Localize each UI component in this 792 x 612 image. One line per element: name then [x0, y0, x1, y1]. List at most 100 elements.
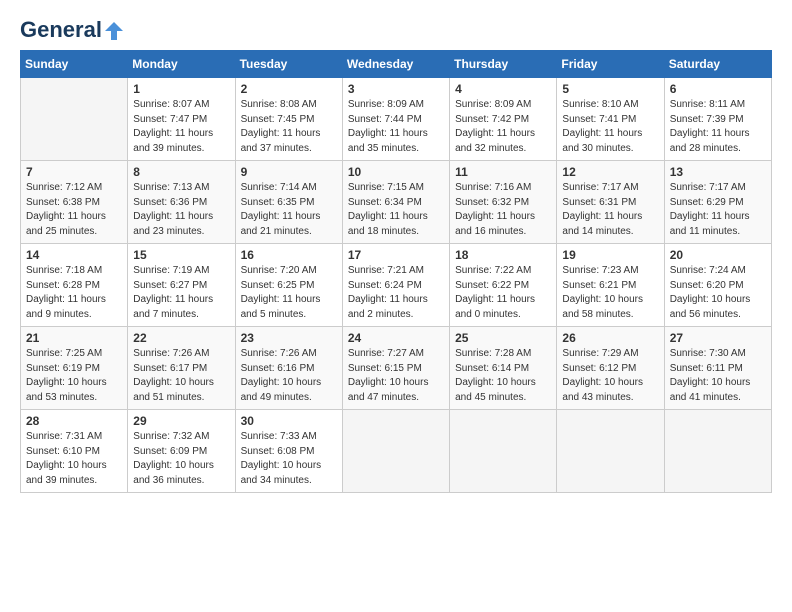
day-info: Sunrise: 7:33 AMSunset: 6:08 PMDaylight:…: [241, 430, 337, 488]
day-cell: 25 Sunrise: 7:28 AMSunset: 6:14 PMDayligh…: [450, 327, 557, 410]
day-info: Sunrise: 7:26 AMSunset: 6:17 PMDaylight:…: [133, 347, 229, 405]
day-cell: 14Sunrise: 7:18 AMSunset: 6:28 PMDayligh…: [21, 244, 128, 327]
day-number: 12: [562, 165, 658, 179]
day-info: Sunrise: 7:28 AMSunset: 6:14 PMDaylight:…: [455, 347, 551, 405]
day-number: 6: [670, 82, 766, 96]
day-cell: 11 Sunrise: 7:16 AMSunset: 6:32 PMDayligh…: [450, 161, 557, 244]
day-cell: 7 Sunrise: 7:12 AMSunset: 6:38 PMDaylight…: [21, 161, 128, 244]
day-cell: 8 Sunrise: 7:13 AMSunset: 6:36 PMDaylight…: [128, 161, 235, 244]
day-cell: 10Sunrise: 7:15 AMSunset: 6:34 PMDayligh…: [342, 161, 449, 244]
day-info: Sunrise: 7:20 AMSunset: 6:25 PMDaylight:…: [241, 264, 337, 322]
day-info: Sunrise: 7:26 AMSunset: 6:16 PMDaylight:…: [241, 347, 337, 405]
day-cell: 4Sunrise: 8:09 AMSunset: 7:42 PMDaylight…: [450, 78, 557, 161]
day-info: Sunrise: 7:22 AMSunset: 6:22 PMDaylight:…: [455, 264, 551, 322]
day-info: Sunrise: 7:24 AMSunset: 6:20 PMDaylight:…: [670, 264, 766, 322]
day-info: Sunrise: 8:10 AMSunset: 7:41 PMDaylight:…: [562, 98, 658, 156]
day-info: Sunrise: 7:15 AMSunset: 6:34 PMDaylight:…: [348, 181, 444, 239]
day-info: Sunrise: 7:23 AMSunset: 6:21 PMDaylight:…: [562, 264, 658, 322]
day-cell: 19Sunrise: 7:23 AMSunset: 6:21 PMDayligh…: [557, 244, 664, 327]
day-cell: 17 Sunrise: 7:21 AMSunset: 6:24 PMDayligh…: [342, 244, 449, 327]
header-cell-thursday: Thursday: [450, 51, 557, 78]
day-number: 7: [26, 165, 122, 179]
day-number: 30: [241, 414, 337, 428]
logo: General: [20, 18, 125, 42]
day-info: Sunrise: 7:16 AMSunset: 6:32 PMDaylight:…: [455, 181, 551, 239]
day-cell: 23 Sunrise: 7:26 AMSunset: 6:16 PMDayligh…: [235, 327, 342, 410]
day-info: Sunrise: 8:09 AMSunset: 7:44 PMDaylight:…: [348, 98, 444, 156]
day-cell: [557, 410, 664, 493]
day-number: 20: [670, 248, 766, 262]
header-cell-tuesday: Tuesday: [235, 51, 342, 78]
day-cell: 30 Sunrise: 7:33 AMSunset: 6:08 PMDayligh…: [235, 410, 342, 493]
day-number: 25: [455, 331, 551, 345]
day-cell: 16 Sunrise: 7:20 AMSunset: 6:25 PMDayligh…: [235, 244, 342, 327]
day-cell: [450, 410, 557, 493]
day-cell: [664, 410, 771, 493]
day-cell: 18 Sunrise: 7:22 AMSunset: 6:22 PMDayligh…: [450, 244, 557, 327]
header-cell-sunday: Sunday: [21, 51, 128, 78]
day-number: 5: [562, 82, 658, 96]
day-info: Sunrise: 8:11 AMSunset: 7:39 PMDaylight:…: [670, 98, 766, 156]
week-row-4: 21 Sunrise: 7:25 AMSunset: 6:19 PMDayligh…: [21, 327, 772, 410]
day-info: Sunrise: 7:32 AMSunset: 6:09 PMDaylight:…: [133, 430, 229, 488]
day-number: 24: [348, 331, 444, 345]
day-number: 29: [133, 414, 229, 428]
day-number: 26: [562, 331, 658, 345]
day-cell: 28 Sunrise: 7:31 AMSunset: 6:10 PMDayligh…: [21, 410, 128, 493]
day-info: Sunrise: 7:14 AMSunset: 6:35 PMDaylight:…: [241, 181, 337, 239]
day-cell: 13Sunrise: 7:17 AMSunset: 6:29 PMDayligh…: [664, 161, 771, 244]
day-cell: 12 Sunrise: 7:17 AMSunset: 6:31 PMDayligh…: [557, 161, 664, 244]
calendar-body: 1 Sunrise: 8:07 AMSunset: 7:47 PMDaylight…: [21, 78, 772, 493]
day-cell: [342, 410, 449, 493]
day-info: Sunrise: 8:09 AMSunset: 7:42 PMDaylight:…: [455, 98, 551, 156]
day-number: 22: [133, 331, 229, 345]
day-number: 15: [133, 248, 229, 262]
day-number: 2: [241, 82, 337, 96]
day-cell: 5 Sunrise: 8:10 AMSunset: 7:41 PMDaylight…: [557, 78, 664, 161]
calendar-table: SundayMondayTuesdayWednesdayThursdayFrid…: [20, 50, 772, 493]
day-cell: 6 Sunrise: 8:11 AMSunset: 7:39 PMDaylight…: [664, 78, 771, 161]
header-cell-saturday: Saturday: [664, 51, 771, 78]
day-cell: 29 Sunrise: 7:32 AMSunset: 6:09 PMDayligh…: [128, 410, 235, 493]
day-info: Sunrise: 7:17 AMSunset: 6:31 PMDaylight:…: [562, 181, 658, 239]
day-info: Sunrise: 7:21 AMSunset: 6:24 PMDaylight:…: [348, 264, 444, 322]
day-cell: 3 Sunrise: 8:09 AMSunset: 7:44 PMDaylight…: [342, 78, 449, 161]
day-cell: 27 Sunrise: 7:30 AMSunset: 6:11 PMDayligh…: [664, 327, 771, 410]
calendar-header-row: SundayMondayTuesdayWednesdayThursdayFrid…: [21, 51, 772, 78]
day-info: Sunrise: 7:30 AMSunset: 6:11 PMDaylight:…: [670, 347, 766, 405]
header-cell-friday: Friday: [557, 51, 664, 78]
day-cell: 22 Sunrise: 7:26 AMSunset: 6:17 PMDayligh…: [128, 327, 235, 410]
week-row-3: 14Sunrise: 7:18 AMSunset: 6:28 PMDayligh…: [21, 244, 772, 327]
header: General: [20, 18, 772, 42]
day-number: 11: [455, 165, 551, 179]
week-row-1: 1 Sunrise: 8:07 AMSunset: 7:47 PMDaylight…: [21, 78, 772, 161]
day-number: 23: [241, 331, 337, 345]
day-info: Sunrise: 7:13 AMSunset: 6:36 PMDaylight:…: [133, 181, 229, 239]
day-info: Sunrise: 7:25 AMSunset: 6:19 PMDaylight:…: [26, 347, 122, 405]
day-number: 9: [241, 165, 337, 179]
day-number: 27: [670, 331, 766, 345]
day-info: Sunrise: 8:07 AMSunset: 7:47 PMDaylight:…: [133, 98, 229, 156]
day-number: 28: [26, 414, 122, 428]
day-number: 16: [241, 248, 337, 262]
logo-icon: [103, 20, 125, 42]
day-info: Sunrise: 8:08 AMSunset: 7:45 PMDaylight:…: [241, 98, 337, 156]
logo-text: General: [20, 18, 125, 42]
week-row-5: 28 Sunrise: 7:31 AMSunset: 6:10 PMDayligh…: [21, 410, 772, 493]
day-number: 14: [26, 248, 122, 262]
day-number: 3: [348, 82, 444, 96]
day-number: 1: [133, 82, 229, 96]
day-number: 8: [133, 165, 229, 179]
day-number: 18: [455, 248, 551, 262]
day-info: Sunrise: 7:12 AMSunset: 6:38 PMDaylight:…: [26, 181, 122, 239]
day-info: Sunrise: 7:31 AMSunset: 6:10 PMDaylight:…: [26, 430, 122, 488]
day-number: 17: [348, 248, 444, 262]
day-info: Sunrise: 7:17 AMSunset: 6:29 PMDaylight:…: [670, 181, 766, 239]
day-cell: 1 Sunrise: 8:07 AMSunset: 7:47 PMDaylight…: [128, 78, 235, 161]
header-cell-wednesday: Wednesday: [342, 51, 449, 78]
day-cell: 24Sunrise: 7:27 AMSunset: 6:15 PMDayligh…: [342, 327, 449, 410]
day-cell: 20 Sunrise: 7:24 AMSunset: 6:20 PMDayligh…: [664, 244, 771, 327]
day-cell: 15Sunrise: 7:19 AMSunset: 6:27 PMDayligh…: [128, 244, 235, 327]
day-info: Sunrise: 7:29 AMSunset: 6:12 PMDaylight:…: [562, 347, 658, 405]
day-number: 21: [26, 331, 122, 345]
